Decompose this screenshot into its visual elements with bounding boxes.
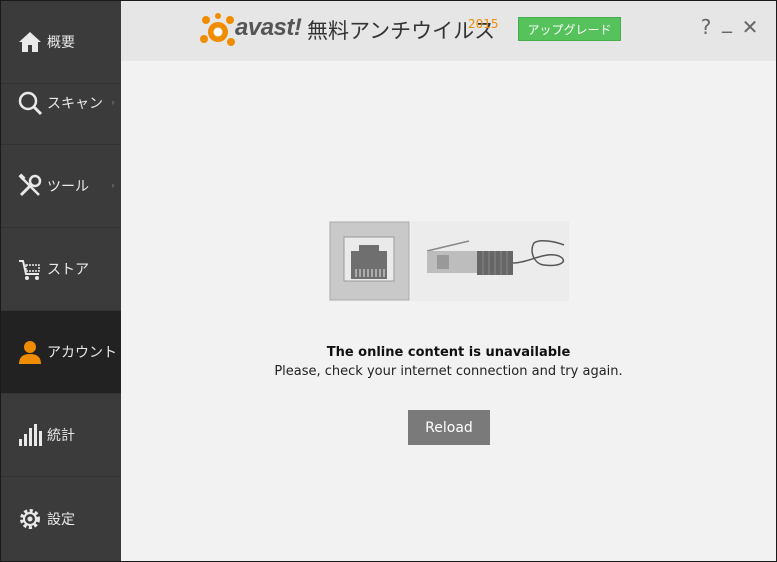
sidebar-item-label: ツール [47, 179, 89, 195]
product-year: 2015 [468, 17, 499, 31]
app-window: 概要 スキャン › ツール › ストア アカウント 統計 設定 avast! 無… [0, 0, 777, 562]
sidebar-item-tools[interactable]: ツール › [1, 145, 121, 228]
sidebar-item-label: 概要 [47, 35, 75, 51]
sidebar-item-stats[interactable]: 統計 [1, 394, 121, 477]
cart-icon [19, 260, 40, 280]
avast-logo-icon [200, 13, 235, 46]
bar-chart-icon [19, 424, 42, 446]
main-content: The online content is unavailable Please… [121, 61, 776, 561]
gear-icon [20, 508, 40, 529]
sidebar-item-label: ストア [47, 262, 89, 278]
chevron-right-icon: › [111, 97, 115, 108]
sidebar: 概要 スキャン › ツール › ストア アカウント 統計 設定 [1, 1, 121, 561]
home-icon [19, 32, 41, 52]
upgrade-button[interactable]: アップグレード [518, 17, 621, 41]
reload-button[interactable]: Reload [408, 410, 490, 445]
sidebar-item-label: 統計 [47, 428, 75, 444]
sidebar-item-settings[interactable]: 設定 [1, 477, 121, 560]
user-icon [19, 341, 41, 364]
sidebar-item-label: アカウント [47, 345, 117, 361]
sidebar-item-label: スキャン [47, 95, 103, 112]
minimize-button[interactable]: _ [717, 9, 737, 35]
sidebar-item-label: 設定 [47, 511, 75, 528]
sidebar-item-store[interactable]: ストア [1, 228, 121, 311]
search-icon [18, 91, 43, 115]
product-name: 無料アンチウイルス [307, 19, 496, 43]
help-button[interactable]: ? [696, 15, 716, 41]
close-button[interactable]: ✕ [740, 15, 760, 41]
chevron-right-icon: › [111, 180, 115, 192]
error-title: The online content is unavailable [326, 345, 571, 360]
sidebar-item-scan[interactable]: スキャン › [1, 61, 121, 145]
title-bar: avast! 無料アンチウイルス 2015 アップグレード ? _ ✕ [121, 1, 776, 61]
logo-text: avast! [235, 14, 302, 41]
sidebar-item-account[interactable]: アカウント [1, 311, 121, 394]
error-message: Please, check your internet connection a… [274, 364, 623, 379]
tools-icon [18, 173, 42, 197]
network-disconnected-illustration [329, 221, 569, 301]
